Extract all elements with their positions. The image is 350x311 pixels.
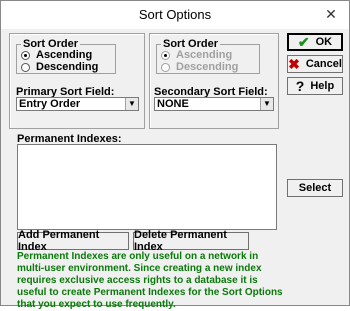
secondary-ascending-label: Ascending	[176, 49, 233, 61]
ok-button[interactable]: ✔ OK	[287, 33, 343, 51]
check-icon: ✔	[297, 33, 310, 50]
delete-permanent-index-label: Delete Permanent Index	[134, 229, 227, 253]
window-title: Sort Options	[138, 7, 212, 22]
select-label: Select	[298, 182, 332, 194]
add-permanent-index-button[interactable]: Add Permanent Index	[17, 229, 129, 253]
help-label: Help	[310, 80, 335, 92]
ascending-option[interactable]: Ascending	[21, 49, 92, 61]
secondary-ascending-option: Ascending	[161, 49, 232, 61]
secondary-sort-dropdown[interactable]: NONE ▼	[154, 97, 274, 111]
secondary-ascending-radio	[161, 50, 170, 60]
close-icon[interactable]: ✕	[321, 4, 341, 24]
title-bar: Sort Options ✕	[1, 1, 349, 29]
secondary-sort-panel: Sort Order Ascending Descending Secondar…	[149, 33, 279, 129]
secondary-descending-radio	[161, 62, 170, 72]
secondary-sort-value: NONE	[157, 98, 189, 110]
permanent-index-note: Permanent Indexes are only useful on a n…	[17, 251, 283, 310]
chevron-down-icon[interactable]: ▼	[260, 98, 273, 110]
ascending-radio[interactable]	[21, 50, 30, 60]
delete-permanent-index-button[interactable]: Delete Permanent Index	[133, 229, 249, 253]
x-icon: ✖	[288, 55, 300, 72]
primary-sort-dropdown[interactable]: Entry Order ▼	[16, 97, 139, 111]
ascending-label: Ascending	[36, 49, 93, 61]
ok-label: OK	[315, 36, 333, 48]
primary-sort-panel: Sort Order Ascending Descending Primary …	[9, 33, 145, 129]
cancel-button[interactable]: ✖ Cancel	[287, 55, 343, 73]
secondary-sort-order-group: Sort Order Ascending Descending	[156, 38, 260, 74]
sort-order-group: Sort Order Ascending Descending	[16, 38, 116, 74]
select-button[interactable]: Select	[287, 179, 343, 197]
sort-options-window: Sort Options ✕ Sort Order Ascending Desc…	[0, 0, 350, 310]
primary-sort-value: Entry Order	[19, 98, 81, 110]
add-permanent-index-label: Add Permanent Index	[18, 229, 100, 253]
cancel-label: Cancel	[305, 58, 342, 70]
descending-option[interactable]: Descending	[21, 61, 98, 73]
descending-label: Descending	[36, 61, 99, 73]
secondary-descending-option: Descending	[161, 61, 238, 73]
help-button[interactable]: ? Help	[287, 77, 343, 95]
chevron-down-icon[interactable]: ▼	[125, 98, 138, 110]
permanent-indexes-list[interactable]	[17, 144, 277, 230]
question-icon: ?	[295, 78, 305, 94]
secondary-descending-label: Descending	[176, 61, 239, 73]
descending-radio[interactable]	[21, 62, 30, 72]
